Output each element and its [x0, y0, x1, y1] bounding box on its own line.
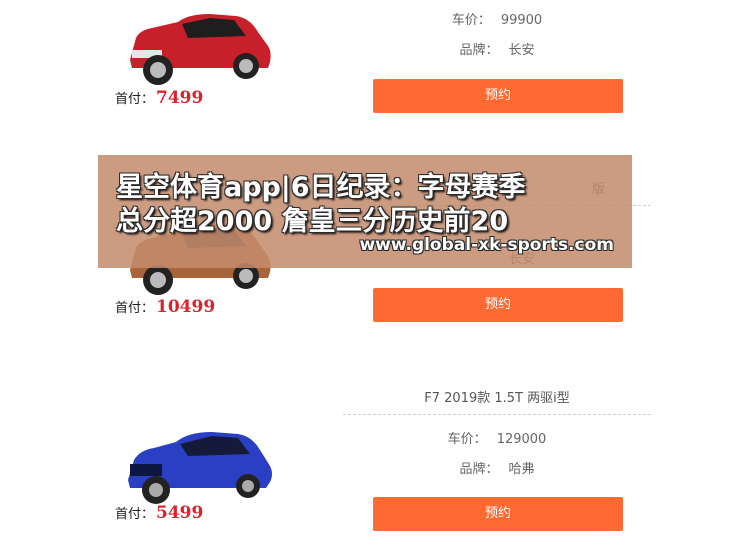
- price-label: 车价：: [447, 432, 487, 447]
- banner-url[interactable]: www.global-xk-sports.com: [359, 235, 614, 255]
- down-payment: 首付： 10499: [115, 297, 215, 317]
- divider: [343, 414, 651, 415]
- reserve-button[interactable]: 预约: [373, 288, 623, 322]
- brand-label: 品牌：: [459, 462, 499, 477]
- down-payment-label: 首付：: [115, 507, 155, 522]
- car-listing-card: F7 2019款 1.5T 两驱i型 车价： 129000 品牌： 哈弗 首付： 54…: [0, 0, 730, 531]
- price-value: 129000: [496, 432, 547, 447]
- model-title: F7 2019款 1.5T 两驱i型: [424, 391, 570, 406]
- car-image[interactable]: [118, 420, 278, 506]
- down-payment-label: 首付：: [115, 301, 155, 316]
- down-payment-value: 10499: [156, 297, 216, 317]
- down-payment: 首付： 5499: [115, 503, 203, 523]
- brand-row: 品牌： 哈弗: [343, 458, 651, 477]
- banner-headline-line2: 总分超2000 詹皇三分历史前20: [116, 206, 509, 237]
- price-row: 车价： 129000: [343, 428, 651, 447]
- reserve-button[interactable]: 预约: [373, 497, 623, 531]
- brand-value: 哈弗: [508, 462, 535, 477]
- suv-car-icon: [128, 432, 272, 504]
- down-payment-value: 5499: [156, 503, 204, 523]
